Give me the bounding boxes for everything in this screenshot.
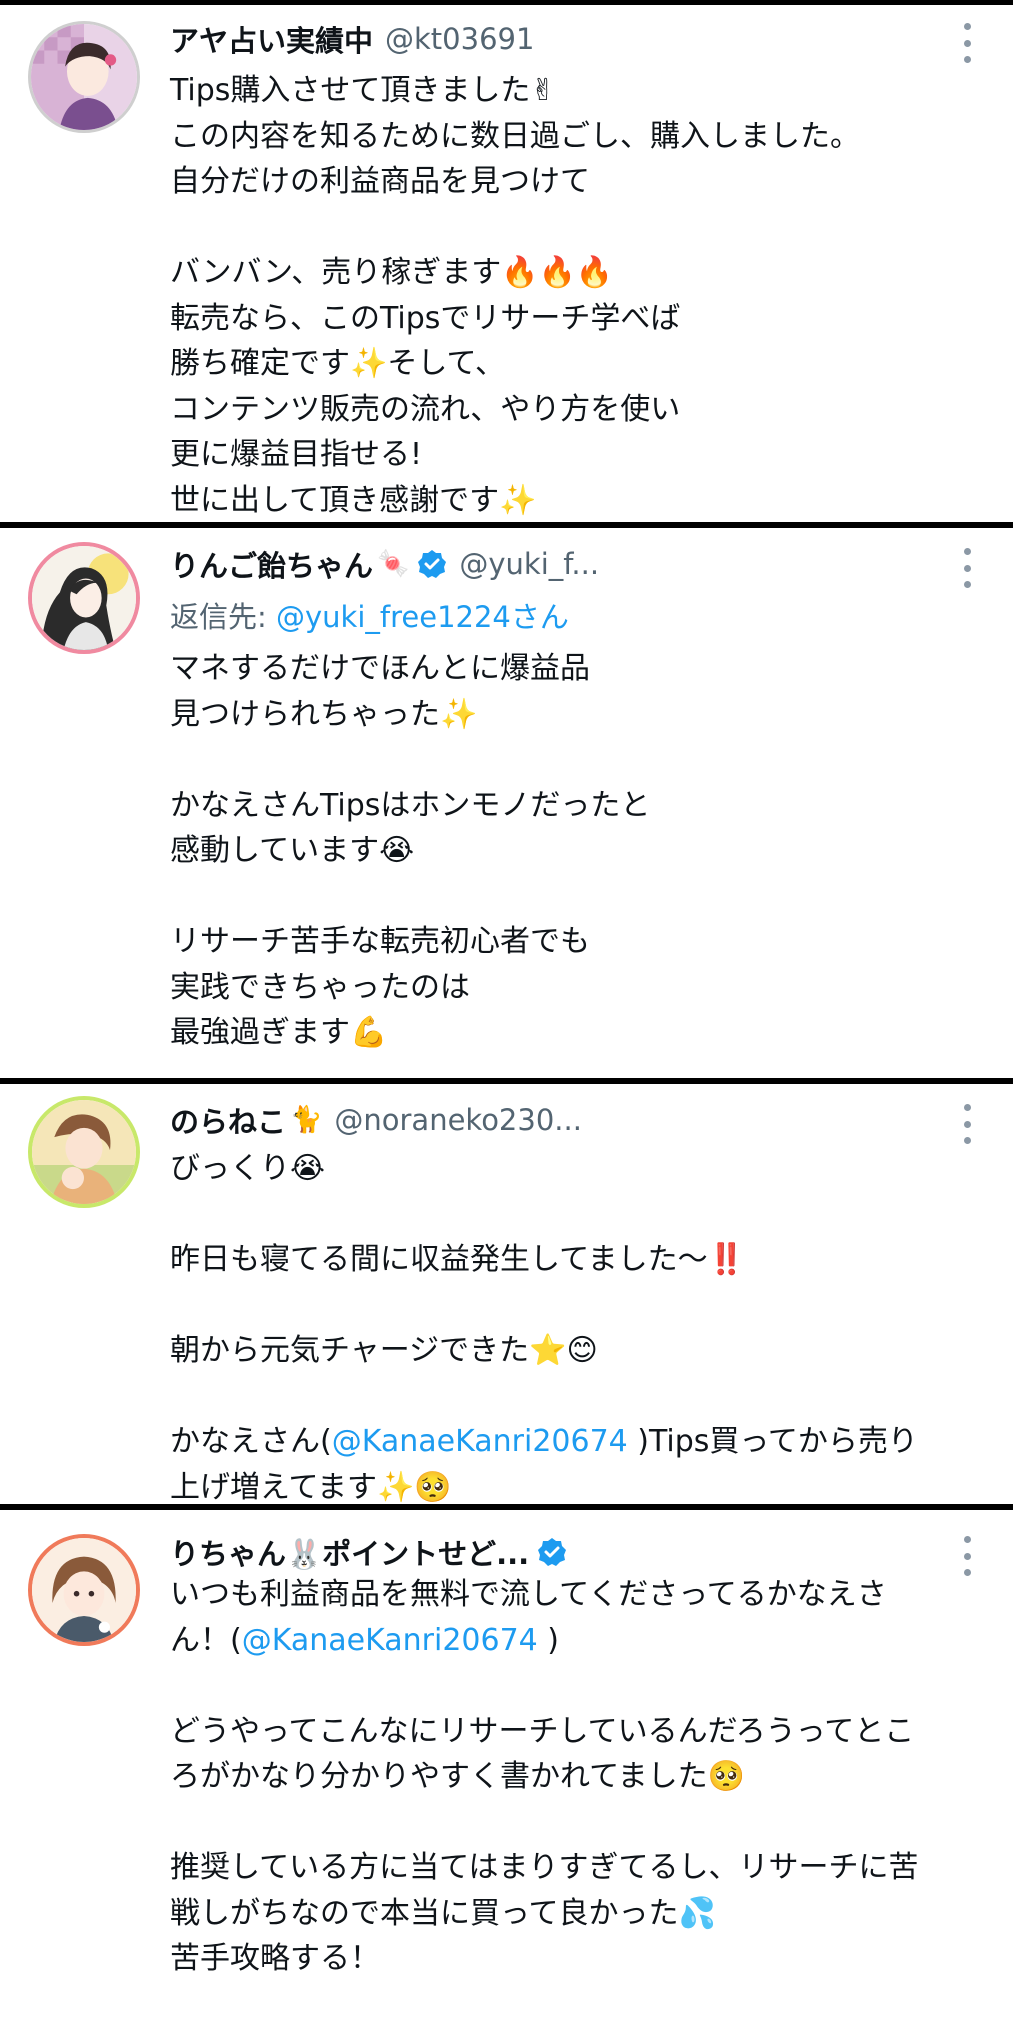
text-line: この内容を知るために数日過ごし、購入しました。 [170,118,860,154]
avatar[interactable] [28,21,140,133]
display-name[interactable]: りちゃん🐰ポイントせど... [170,1531,529,1573]
tweet-header: りんご飴ちゃん 🍬 @yuki_f... [170,544,599,584]
text-line: かなえさんTipsはホンモノだったと [170,787,651,823]
text-segment: ) [537,1622,559,1658]
more-vertical-icon[interactable] [961,23,973,63]
verified-badge-icon [537,1537,567,1567]
text-line: 苦手攻略する！ [170,1941,380,1976]
tweet-card[interactable]: りちゃん🐰ポイントせど... いつも利益商品を無料で流してくださってるかなえさ … [0,1510,1013,2025]
candy-emoji: 🍬 [377,549,410,579]
text-line: ん！(@KanaeKanri20674 ) [170,1618,980,1664]
text-line: 見つけられちゃった✨ [170,696,478,732]
tweet-card[interactable]: のらねこ 🐈 @noraneko230... びっくり😭 昨日も寝てる間に収益発… [0,1084,1013,1504]
text-line: 昨日も寝てる間に収益発生してました〜‼️ [170,1242,745,1277]
user-handle[interactable]: @kt03691 [385,22,534,56]
avatar[interactable] [28,542,140,654]
text-line: ろがかなり分かりやすく書かれてました🥺 [170,1759,745,1794]
tweet-text: マネするだけでほんとに爆益品 見つけられちゃった✨ かなえさんTipsはホンモノ… [170,646,980,1056]
text-line: 自分だけの利益商品を見つけて [170,164,590,199]
tweet-card[interactable]: りんご飴ちゃん 🍬 @yuki_f... 返信先: @yuki_free1224… [0,528,1013,1078]
text-line: びっくり😭 [170,1151,326,1186]
text-line: 転売なら、このTipsでリサーチ学べば [170,300,681,336]
text-line: 勝ち確定です✨そして、 [170,346,505,381]
more-vertical-icon[interactable] [961,1536,973,1576]
text-line: 更に爆益目指せる! [170,437,423,472]
tweet-header: のらねこ 🐈 @noraneko230... [170,1100,582,1140]
text-line: いつも利益商品を無料で流してくださってるかなえさ [170,1577,887,1612]
text-line: かなえさん(@KanaeKanri20674 )Tips買ってから売り [170,1419,980,1465]
tweet-header: アヤ占い実績中 @kt03691 [170,19,534,59]
text-line: リサーチ苦手な転売初心者でも [170,924,590,959]
text-segment: )Tips買ってから売り [627,1424,918,1459]
text-line: どうやってこんなにリサーチしているんだろうってとこ [170,1713,915,1749]
reply-prefix: 返信先: [170,600,276,634]
text-line: コンテンツ販売の流れ、やり方を使い [170,391,681,427]
text-line: Tips購入させて頂きました✌ [170,73,556,108]
avatar[interactable] [28,1534,140,1646]
tweet-card[interactable]: アヤ占い実績中 @kt03691 Tips購入させて頂きました✌ この内容を知る… [0,5,1013,522]
text-line: バンバン、売り稼ぎます🔥🔥🔥 [170,255,614,290]
verified-badge-icon [417,549,447,579]
mention-link[interactable]: @KanaeKanri20674 [332,1424,628,1459]
user-handle[interactable]: @noraneko230... [334,1103,582,1137]
text-line: 世に出して頂き感謝です✨ [170,482,537,518]
text-line: 朝から元気チャージできた⭐😊 [170,1333,598,1368]
text-line: 上げ増えてます✨🥺 [170,1469,452,1505]
cat-emoji: 🐈 [290,1105,323,1135]
text-line: マネするだけでほんとに爆益品 [170,651,590,686]
text-line: 感動しています😭 [170,833,415,868]
reply-mention-link[interactable]: @yuki_free1224さん [276,600,569,634]
display-name[interactable]: アヤ占い実績中 [170,18,373,60]
text-line: 最強過ぎます💪 [170,1015,388,1050]
display-name[interactable]: のらねこ [170,1099,286,1141]
text-segment: ん！( [170,1622,242,1658]
text-line: 実践できちゃったのは [170,969,470,1005]
text-line: 推奨している方に当てはまりすぎてるし、リサーチに苦 [170,1850,919,1885]
text-line: 戦しがちなので本当に買って良かった💦 [170,1895,716,1931]
display-name[interactable]: りんご飴ちゃん [170,543,373,585]
avatar[interactable] [28,1096,140,1208]
more-vertical-icon[interactable] [961,548,973,588]
mention-link[interactable]: @KanaeKanri20674 [242,1623,538,1658]
more-vertical-icon[interactable] [961,1104,973,1144]
tweet-text: いつも利益商品を無料で流してくださってるかなえさ ん！(@KanaeKanri2… [170,1572,980,1982]
tweet-text: Tips購入させて頂きました✌ この内容を知るために数日過ごし、購入しました。 … [170,68,980,522]
tweet-header: りちゃん🐰ポイントせど... [170,1532,567,1572]
text-segment: かなえさん( [170,1424,332,1459]
reply-to: 返信先: @yuki_free1224さん [170,594,569,636]
user-handle[interactable]: @yuki_f... [459,547,599,581]
tweet-text: びっくり😭 昨日も寝てる間に収益発生してました〜‼️ 朝から元気チャージできた⭐… [170,1146,980,1504]
